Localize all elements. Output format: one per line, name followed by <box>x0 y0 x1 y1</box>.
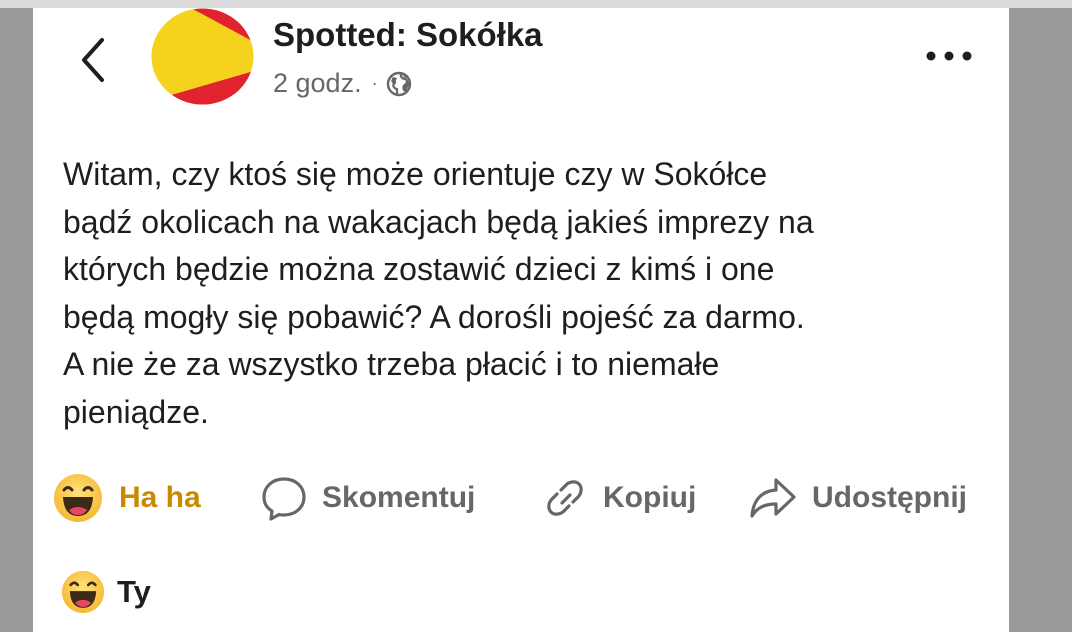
copy-label: Kopiuj <box>603 481 697 514</box>
page-avatar[interactable] <box>151 8 254 105</box>
copy-link-button[interactable]: Kopiuj <box>541 463 696 533</box>
globe-icon <box>386 71 411 96</box>
page-title[interactable]: Spotted: Sokółka <box>273 16 543 54</box>
post-text-line: A nie że za wszystko trzeba płacić i to … <box>63 346 720 382</box>
haha-emoji-icon <box>61 570 105 614</box>
post-card: Spotted: Sokółka 2 godz. · Witam, czy kt… <box>33 8 1009 632</box>
post-text-line: których będzie można zostawić dzieci z k… <box>63 251 775 287</box>
meta-separator: · <box>371 73 378 93</box>
share-arrow-icon <box>750 478 796 518</box>
haha-reaction-label: Ha ha <box>119 481 201 514</box>
post-time[interactable]: 2 godz. <box>273 68 362 99</box>
action-bar: Ha ha Skomentuj Kopiuj Udostępnij <box>53 463 1003 533</box>
reactors-label: Ty <box>117 574 151 609</box>
share-label: Udostępnij <box>812 481 967 514</box>
post-text: Witam, czy ktoś się może orientuje czy w… <box>63 151 993 436</box>
comment-bubble-icon <box>262 477 306 521</box>
post-meta: 2 godz. · <box>273 68 412 99</box>
reactions-summary[interactable]: Ty <box>61 570 151 614</box>
share-button[interactable]: Udostępnij <box>748 463 967 533</box>
post-text-line: pieniądze. <box>63 393 209 430</box>
post-text-line: Witam, czy ktoś się może orientuje czy w… <box>63 156 768 192</box>
back-chevron-icon[interactable] <box>78 36 108 84</box>
post-text-line: będą mogły się pobawić? A dorośli pojeść… <box>63 298 805 335</box>
more-options-icon[interactable] <box>923 46 975 66</box>
post-text-line: bądź okolicach na wakacjach będą jakieś … <box>63 203 814 240</box>
top-strip <box>0 0 1072 8</box>
haha-reaction-button[interactable]: Ha ha <box>53 463 201 533</box>
comment-label: Skomentuj <box>322 481 476 514</box>
link-icon <box>547 480 583 516</box>
comment-button[interactable]: Skomentuj <box>260 463 475 533</box>
haha-emoji-icon <box>54 474 102 522</box>
